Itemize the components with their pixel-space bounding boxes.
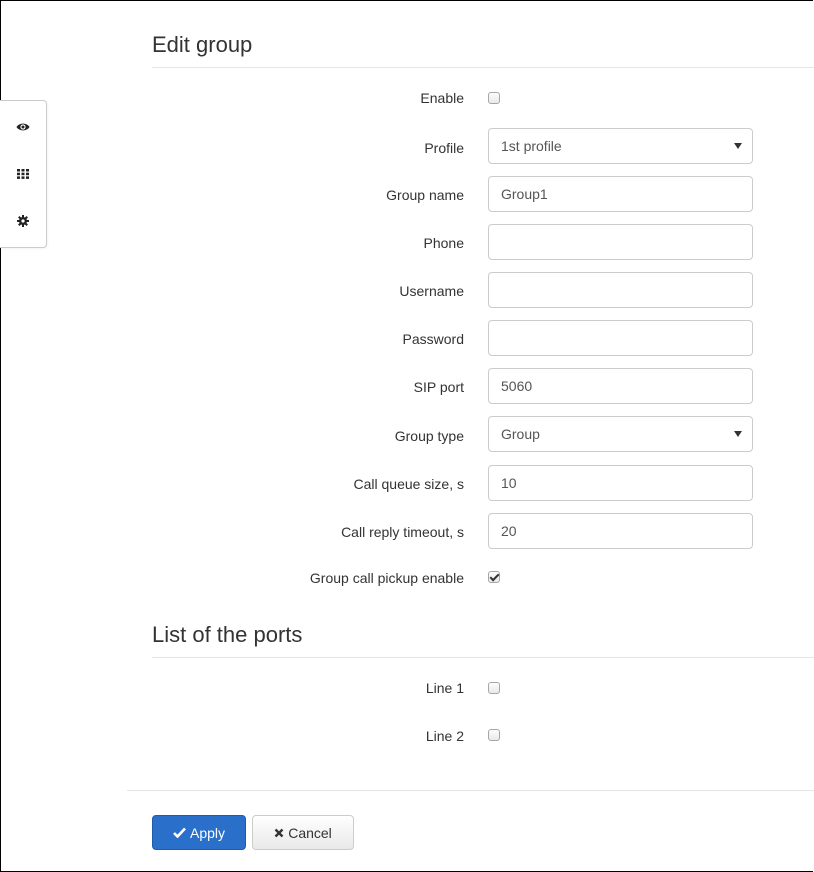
username-label: Username [399, 283, 464, 299]
apply-label: Apply [189, 824, 226, 841]
group-name-label: Group name [386, 187, 464, 203]
call-queue-size-input[interactable] [488, 465, 753, 501]
phone-input[interactable] [488, 224, 753, 260]
group-type-select[interactable]: Group [488, 416, 753, 452]
grid-button[interactable] [0, 154, 46, 194]
section-divider [152, 67, 814, 68]
line-2-checkbox[interactable] [488, 729, 500, 741]
caret-down-icon [734, 143, 742, 149]
call-reply-timeout-label: Call reply timeout, s [341, 524, 464, 540]
phone-label: Phone [423, 235, 464, 251]
password-input[interactable] [488, 320, 753, 356]
group-type-label: Group type [394, 428, 464, 444]
call-reply-timeout-input[interactable] [488, 513, 753, 549]
edit-group-title: Edit group [152, 32, 253, 57]
gear-icon [17, 215, 29, 227]
eye-icon [16, 122, 30, 132]
enable-label: Enable [420, 90, 464, 106]
sip-port-input[interactable] [488, 368, 753, 404]
line-2-label: Line 2 [425, 728, 464, 744]
profile-select[interactable]: 1st profile [488, 128, 753, 164]
grid-icon [17, 169, 29, 179]
enable-checkbox[interactable] [488, 92, 500, 104]
group-name-input[interactable] [488, 176, 753, 212]
password-label: Password [402, 331, 464, 347]
caret-down-icon [734, 431, 742, 437]
group-type-select-value: Group [501, 426, 540, 442]
side-toolbar [0, 100, 47, 248]
profile-select-value: 1st profile [501, 138, 562, 154]
monitoring-button[interactable] [0, 107, 46, 147]
line-1-checkbox[interactable] [488, 682, 500, 694]
group-call-pickup-label: Group call pickup enable [309, 570, 464, 586]
settings-button[interactable] [0, 201, 46, 241]
profile-label: Profile [424, 140, 464, 156]
username-input[interactable] [488, 272, 753, 308]
apply-button[interactable]: Apply [152, 815, 246, 850]
cancel-label: Cancel [288, 824, 332, 841]
check-icon [173, 825, 186, 841]
call-queue-size-label: Call queue size, s [353, 476, 464, 492]
section-divider [152, 657, 814, 658]
close-icon [274, 825, 284, 841]
cancel-button[interactable]: Cancel [252, 815, 354, 850]
group-call-pickup-checkbox[interactable] [488, 571, 500, 583]
sip-port-label: SIP port [413, 379, 464, 395]
line-1-label: Line 1 [425, 680, 464, 696]
ports-title: List of the ports [152, 622, 303, 647]
footer-divider [127, 790, 814, 791]
